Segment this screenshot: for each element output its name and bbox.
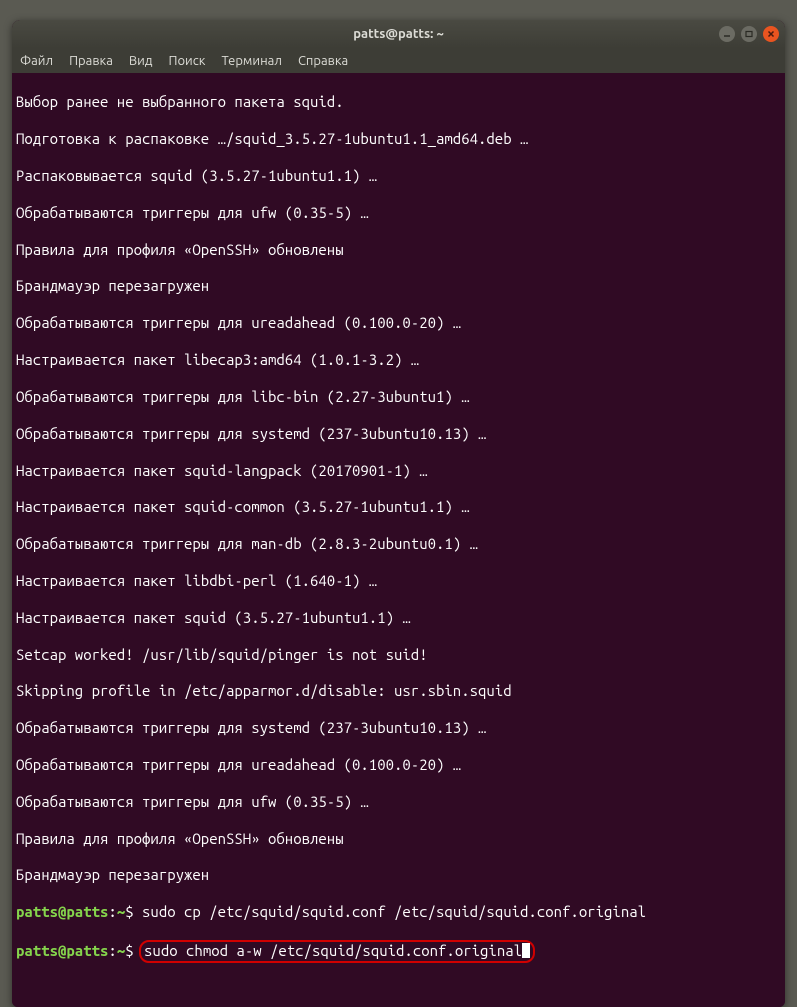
menubar: Файл Правка Вид Поиск Терминал Справка [12,48,785,73]
menu-search[interactable]: Поиск [168,54,205,68]
output-line: Брандмауэр перезагружен [16,277,781,295]
output-line: Обрабатываются триггеры для systemd (237… [16,719,781,737]
prompt-colon: : [108,942,116,959]
terminal-body[interactable]: Выбор ранее не выбранного пакета squid. … [12,73,785,1007]
output-line: Распаковывается squid (3.5.27-1ubuntu1.1… [16,167,781,185]
prompt-dollar: $ [125,903,142,920]
output-line: Обрабатываются триггеры для systemd (237… [16,425,781,443]
titlebar: patts@patts: ~ [12,20,785,48]
window-title: patts@patts: ~ [353,27,444,41]
close-button[interactable] [763,26,779,42]
maximize-icon [745,30,753,38]
output-line: Skipping profile in /etc/apparmor.d/disa… [16,682,781,700]
terminal-window: patts@patts: ~ Файл Правка Вид Поиск Тер… [12,20,785,1007]
output-line: Брандмауэр перезагружен [16,866,781,884]
output-line: Настраивается пакет squid-common (3.5.27… [16,498,781,516]
maximize-button[interactable] [741,26,757,42]
prompt-path: ~ [117,942,125,959]
output-line: Настраивается пакет squid (3.5.27-1ubunt… [16,609,781,627]
output-line: Правила для профиля «OpenSSH» обновлены [16,830,781,848]
output-line: Обрабатываются триггеры для ureadahead (… [16,756,781,774]
menu-view[interactable]: Вид [129,54,153,68]
output-line: Обрабатываются триггеры для ufw (0.35-5)… [16,793,781,811]
prompt-line: patts@patts:~$ sudo cp /etc/squid/squid.… [16,903,781,921]
minimize-icon [723,30,731,38]
prompt-user: patts@patts [16,903,108,920]
output-line: Обрабатываются триггеры для libc-bin (2.… [16,388,781,406]
command-text: sudo chmod a-w /etc/squid/squid.conf.ori… [144,942,522,959]
prompt-user: patts@patts [16,942,108,959]
prompt-line: patts@patts:~$ sudo chmod a-w /etc/squid… [16,940,781,962]
menu-edit[interactable]: Правка [69,54,113,68]
minimize-button[interactable] [719,26,735,42]
prompt-colon: : [108,903,116,920]
prompt-path: ~ [117,903,125,920]
menu-terminal[interactable]: Терминал [221,54,281,68]
highlighted-command: sudo chmod a-w /etc/squid/squid.conf.ori… [139,940,535,962]
output-line: Настраивается пакет squid-langpack (2017… [16,462,781,480]
output-line: Обрабатываются триггеры для ufw (0.35-5)… [16,204,781,222]
output-line: Настраивается пакет libdbi-perl (1.640-1… [16,572,781,590]
output-line: Обрабатываются триггеры для ureadahead (… [16,314,781,332]
command-text: sudo cp /etc/squid/squid.conf /etc/squid… [142,903,646,920]
output-line: Выбор ранее не выбранного пакета squid. [16,93,781,111]
output-line: Настраивается пакет libecap3:amd64 (1.0.… [16,351,781,369]
close-icon [767,30,775,38]
output-line: Подготовка к распаковке …/squid_3.5.27-1… [16,130,781,148]
output-line: Обрабатываются триггеры для man-db (2.8.… [16,535,781,553]
menu-help[interactable]: Справка [298,54,348,68]
menu-file[interactable]: Файл [20,54,53,68]
output-line: Правила для профиля «OpenSSH» обновлены [16,241,781,259]
cursor [522,943,530,958]
window-controls [719,26,779,42]
output-line: Setcap worked! /usr/lib/squid/pinger is … [16,646,781,664]
